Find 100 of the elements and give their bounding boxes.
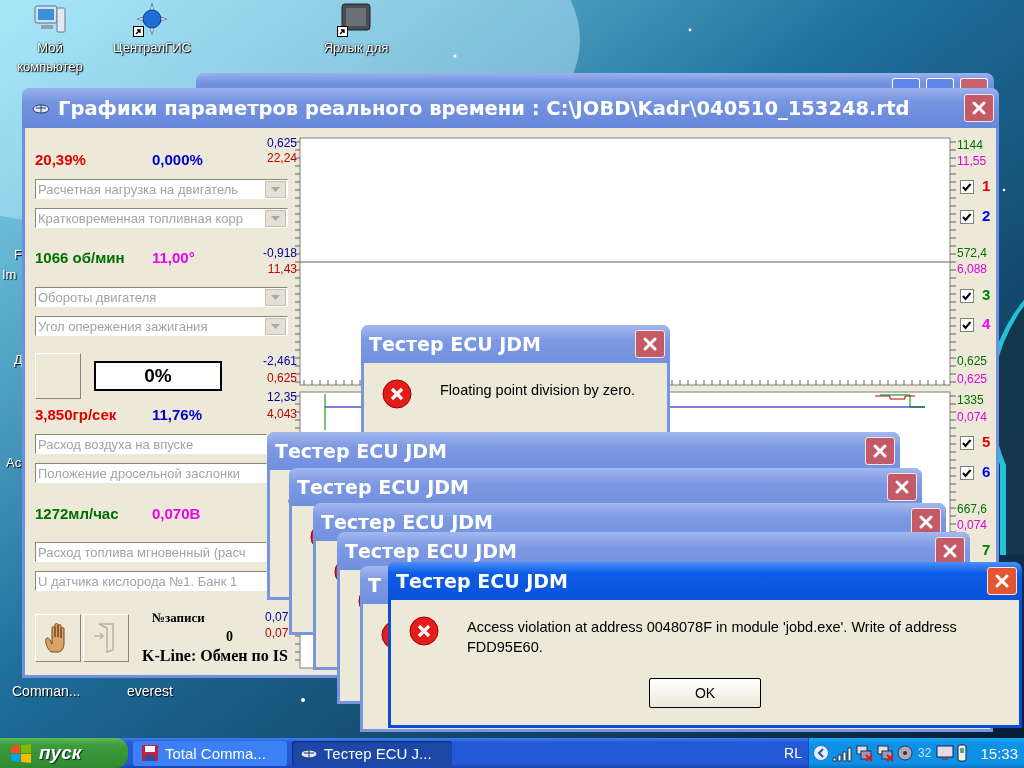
start-button[interactable]: пуск — [0, 738, 128, 768]
axis-label: 4,043 — [266, 407, 297, 422]
dialog-title: Тестер ECU JDM — [275, 440, 447, 462]
desktop-icon-label[interactable]: Im — [2, 266, 17, 284]
reading-value: 1272мл/час — [35, 504, 120, 522]
axis-label: 0,625 — [957, 372, 988, 387]
reading-value: 0,000% — [152, 150, 203, 168]
checkbox[interactable] — [960, 210, 974, 224]
channel-label: 3 — [982, 285, 991, 303]
checkbox[interactable] — [960, 436, 974, 450]
car-icon — [32, 101, 50, 115]
checkbox[interactable] — [960, 289, 974, 303]
close-button[interactable] — [935, 537, 965, 565]
axis-label: 0,074 — [957, 518, 988, 533]
close-icon — [918, 514, 934, 530]
reading-value: 3,850гр/сек — [35, 405, 118, 423]
error-message: Floating point division by zero. — [440, 381, 636, 400]
checkbox[interactable] — [960, 466, 974, 480]
axis-label: 12,35 — [266, 390, 297, 405]
axis-label: -0,918 — [262, 246, 297, 261]
axis-label: 0,625 — [266, 371, 297, 386]
monitor-icon — [936, 745, 955, 761]
dialog-title: Тестер ECU JDM — [396, 570, 568, 592]
error-icon — [382, 379, 412, 409]
desktop-icon-label[interactable]: everest — [127, 682, 173, 700]
dialog-title: Тестер ECU JDM — [297, 476, 469, 498]
maximize-button[interactable] — [926, 78, 954, 88]
close-button[interactable] — [865, 437, 895, 465]
error-message: Access violation at address 0048078F in module 'jobd.exe'. Write of address FDD95E60. — [467, 618, 958, 657]
desktop-icon-label[interactable]: Мой компьютер — [5, 38, 95, 76]
reading-value: 20,39% — [35, 150, 87, 168]
checkbox[interactable] — [960, 318, 974, 332]
dialog-title: Т — [368, 574, 381, 596]
axis-label: 11,43 — [267, 262, 297, 277]
axis-label: 1335 — [957, 393, 984, 408]
channel-label: 1 — [982, 176, 991, 194]
channel-label: 7 — [982, 540, 991, 558]
close-icon — [642, 336, 658, 352]
dialog-title: Тестер ECU JDM — [321, 511, 493, 533]
network-error-icon — [876, 744, 894, 762]
axis-label: 667,6 — [957, 502, 988, 517]
windows-logo-icon — [10, 743, 32, 763]
tray-number: 32 — [918, 746, 932, 760]
axis-label: -2,461 — [262, 354, 297, 369]
dialog-title: Тестер ECU JDM — [345, 540, 517, 562]
close-icon — [894, 479, 910, 495]
chevron-icon — [813, 745, 829, 761]
channel-label: 6 — [982, 462, 991, 480]
dialog-title: Тестер ECU JDM — [369, 333, 541, 355]
taskbar-button[interactable]: Тестер ECU J... — [292, 740, 452, 766]
axis-label: 0,625 — [266, 136, 297, 151]
desktop-icon-label[interactable]: Ярлык для — [323, 38, 389, 57]
axis-label: 572,4 — [957, 246, 988, 261]
blank-button[interactable] — [35, 353, 81, 399]
reading-value: 11,00° — [152, 248, 195, 266]
percent-display: 0% — [94, 361, 222, 391]
taskbar-button[interactable]: Total Comma... — [133, 740, 287, 766]
axis-label: 0,07 — [265, 610, 289, 625]
close-button[interactable] — [987, 567, 1017, 595]
disc-icon — [897, 745, 913, 761]
close-button[interactable] — [635, 330, 665, 358]
network-error-icon — [855, 744, 873, 762]
clock: 15:33 — [980, 744, 1018, 762]
axis-label: 1144 — [957, 138, 983, 153]
desktop-icon-label[interactable]: Comman... — [12, 682, 81, 700]
reading-value: 0,070В — [152, 504, 201, 522]
minimize-button[interactable] — [892, 78, 920, 88]
close-button[interactable] — [964, 94, 994, 122]
reading-value: 11,76% — [152, 405, 203, 423]
axis-label: 22,24 — [266, 151, 297, 166]
window-title: Графики параметров реального времени : C:\JOBD\Kadr\040510_153248.rtd — [58, 96, 911, 120]
language-indicator[interactable]: RL — [784, 745, 802, 761]
axis-label: 11,55 — [957, 154, 987, 169]
hand-button[interactable] — [35, 614, 81, 662]
close-icon — [994, 573, 1010, 589]
axis-label: 6,088 — [957, 262, 988, 277]
signal-icon — [832, 744, 852, 762]
record-number: 0 — [226, 629, 233, 645]
axis-label: 0,074 — [957, 410, 988, 425]
ok-button[interactable]: OK — [649, 678, 761, 708]
close-icon — [942, 543, 958, 559]
device-icon — [957, 744, 968, 762]
car-icon — [300, 746, 318, 760]
close-button[interactable] — [887, 473, 917, 501]
close-icon — [872, 443, 888, 459]
checkbox[interactable] — [960, 180, 974, 194]
desktop-icon-label[interactable]: F — [14, 246, 22, 264]
desktop-icon-label[interactable]: ЦентралГИС — [113, 38, 191, 57]
close-icon — [971, 100, 987, 116]
record-label: №записи — [152, 610, 205, 626]
axis-label: 0,625 — [957, 354, 988, 369]
error-icon — [409, 616, 439, 646]
channel-label: 2 — [982, 206, 991, 224]
channel-label: 4 — [982, 314, 991, 332]
axis-label: 0,07 — [265, 626, 289, 641]
channel-label: 5 — [982, 432, 991, 450]
reading-value: 1066 об/мин — [35, 248, 126, 266]
status-text: K-Line: Обмен по IS — [142, 647, 288, 665]
exit-button[interactable] — [83, 614, 129, 662]
desktop-icon-label[interactable]: Ac — [6, 454, 22, 472]
